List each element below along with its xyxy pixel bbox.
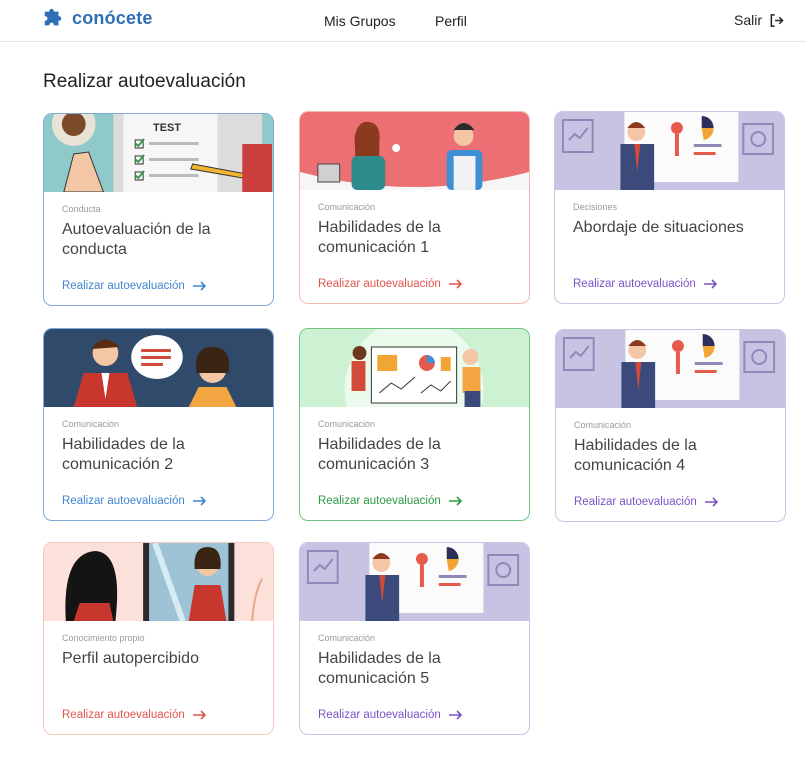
card-category: Comunicación <box>318 419 376 429</box>
arrow-right-icon <box>192 496 206 506</box>
nav-my-groups[interactable]: Mis Grupos <box>324 13 396 29</box>
card-category: Comunicación <box>574 420 632 430</box>
card-title: Perfil autopercibido <box>62 650 199 667</box>
presentation-illustration <box>556 330 785 408</box>
card-category: Decisiones <box>573 202 618 212</box>
page-title: Realizar autoevaluación <box>43 71 246 92</box>
card-title: Autoevaluación de la conducta <box>62 221 211 258</box>
assessment-card-self-knowledge[interactable]: Conocimiento propio Perfil autopercibido… <box>43 542 274 735</box>
card-category: Comunicación <box>318 633 376 643</box>
nav-profile[interactable]: Perfil <box>435 13 467 29</box>
start-assessment-link[interactable]: Realizar autoevaluación <box>62 495 207 507</box>
logout-icon <box>770 13 784 27</box>
arrow-right-icon <box>448 710 462 720</box>
start-assessment-link[interactable]: Realizar autoevaluación <box>318 278 463 290</box>
card-title: Habilidades de la comunicación 2 <box>62 436 185 473</box>
card-title: Habilidades de la comunicación 4 <box>574 437 697 474</box>
card-title: Habilidades de la comunicación 3 <box>318 436 441 473</box>
arrow-right-icon <box>448 496 462 506</box>
arrow-right-icon <box>704 497 718 507</box>
dialogue-illustration <box>44 329 273 407</box>
conversation-illustration <box>300 112 529 190</box>
arrow-right-icon <box>703 279 717 289</box>
test-heading: TEST <box>153 122 181 134</box>
start-assessment-link[interactable]: Realizar autoevaluación <box>573 278 718 290</box>
top-navigation-bar: conócete Mis Grupos Perfil Salir <box>0 0 806 42</box>
dashboard-illustration <box>300 329 529 407</box>
arrow-right-icon <box>192 710 206 720</box>
arrow-right-icon <box>192 281 206 291</box>
start-assessment-link[interactable]: Realizar autoevaluación <box>62 709 207 721</box>
card-title: Habilidades de la comunicación 5 <box>318 650 441 687</box>
logout-label: Salir <box>734 12 763 28</box>
start-assessment-link[interactable]: Realizar autoevaluación <box>318 709 463 721</box>
puzzle-logo-icon <box>44 8 62 26</box>
assessment-card-communication-3[interactable]: Comunicación Habilidades de la comunicac… <box>299 328 530 521</box>
assessment-card-decisions[interactable]: Decisiones Abordaje de situaciones Reali… <box>554 111 785 304</box>
card-title: Abordaje de situaciones <box>573 219 744 236</box>
presentation-illustration <box>300 543 529 621</box>
card-category: Comunicación <box>62 419 120 429</box>
mirror-illustration <box>44 543 273 621</box>
assessment-card-communication-4[interactable]: Comunicación Habilidades de la comunicac… <box>555 329 786 522</box>
assessment-card-communication-2[interactable]: Comunicación Habilidades de la comunicac… <box>43 328 274 521</box>
brand[interactable]: conócete <box>42 7 153 29</box>
card-category: Conducta <box>62 204 101 214</box>
presentation-illustration <box>555 112 784 190</box>
card-title: Habilidades de la comunicación 1 <box>318 219 441 256</box>
card-category: Comunicación <box>318 202 376 212</box>
brand-name: conócete <box>72 7 153 28</box>
assessment-card-conduct[interactable]: TEST Conducta Autoevaluación de la condu… <box>43 113 274 306</box>
start-assessment-link[interactable]: Realizar autoevaluación <box>318 495 463 507</box>
assessment-card-communication-1[interactable]: Comunicación Habilidades de la comunicac… <box>299 111 530 304</box>
start-assessment-link[interactable]: Realizar autoevaluación <box>574 496 719 508</box>
logout-button[interactable]: Salir <box>734 12 784 28</box>
start-assessment-link[interactable]: Realizar autoevaluación <box>62 280 207 292</box>
card-category: Conocimiento propio <box>62 633 145 643</box>
test-illustration: TEST <box>44 114 273 192</box>
assessment-card-communication-5[interactable]: Comunicación Habilidades de la comunicac… <box>299 542 530 735</box>
arrow-right-icon <box>448 279 462 289</box>
